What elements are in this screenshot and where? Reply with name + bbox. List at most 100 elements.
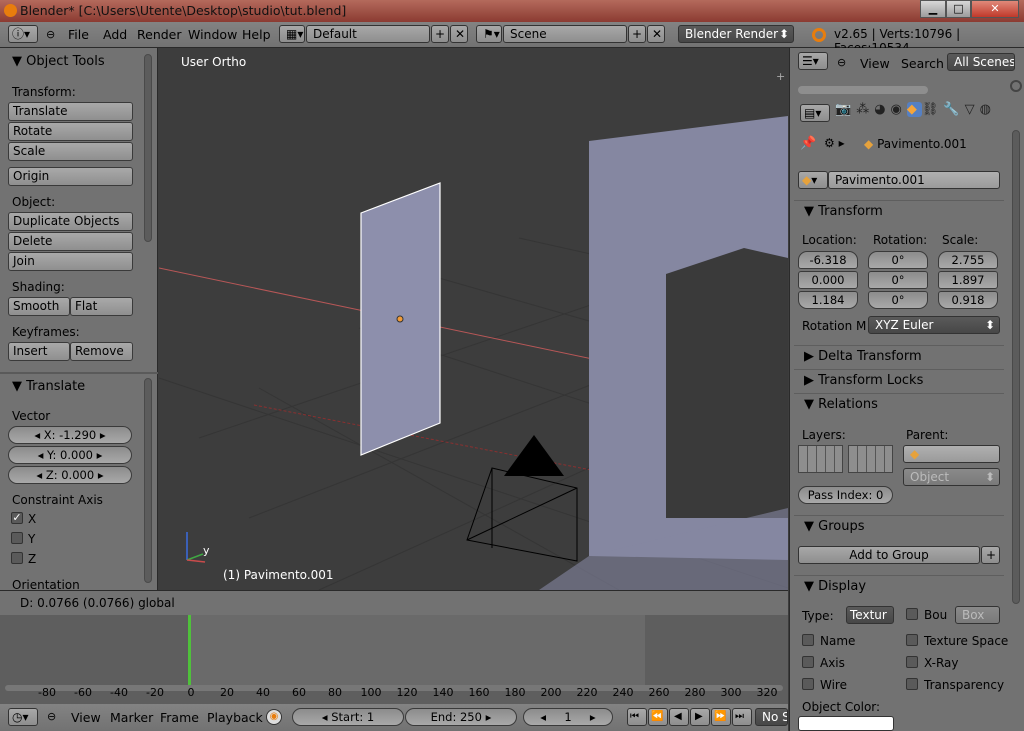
- display-type-select[interactable]: Textur: [846, 606, 894, 624]
- join-button[interactable]: Join: [8, 252, 133, 271]
- 3d-viewport[interactable]: User Ortho y (1) Pavimento.001 +: [159, 48, 788, 590]
- record-icon[interactable]: ◉: [266, 709, 282, 725]
- scale-z-field[interactable]: 0.918: [938, 291, 998, 309]
- properties-editor-type-button[interactable]: ▤▾: [800, 104, 830, 122]
- scene-icon[interactable]: ⚑▾: [476, 25, 502, 43]
- remove-keyframe-button[interactable]: Remove: [70, 342, 133, 361]
- add-layout-button[interactable]: +: [431, 25, 449, 43]
- pass-index-field[interactable]: Pass Index: 0: [798, 486, 893, 504]
- transparency-checkbox[interactable]: [906, 678, 918, 690]
- constraints-tab-icon[interactable]: ⛓: [922, 102, 944, 117]
- translate-button[interactable]: Translate: [8, 102, 133, 121]
- scale-button[interactable]: Scale: [8, 142, 133, 161]
- outliner-search-icon[interactable]: [1010, 80, 1022, 92]
- outliner-scrollbar[interactable]: [798, 86, 928, 94]
- timeline-menu-marker[interactable]: Marker: [110, 710, 153, 725]
- operator-scrollbar[interactable]: [144, 378, 152, 583]
- show-axis-checkbox[interactable]: [802, 656, 814, 668]
- xray-checkbox[interactable]: [906, 656, 918, 668]
- origin-button[interactable]: Origin: [8, 167, 133, 186]
- groups-panel-header[interactable]: ▼ Groups: [794, 515, 1004, 537]
- maximize-button[interactable]: □: [946, 0, 971, 18]
- scale-x-field[interactable]: 2.755: [938, 251, 998, 269]
- object-datablock-button[interactable]: ◆▾: [798, 171, 828, 189]
- outliner-editor-type-button[interactable]: ☰▾: [798, 52, 828, 70]
- prev-keyframe-button[interactable]: ⏪: [648, 708, 668, 726]
- constraint-y-checkbox[interactable]: [11, 532, 23, 544]
- jump-start-button[interactable]: ⏮: [627, 708, 647, 726]
- rotate-button[interactable]: Rotate: [8, 122, 133, 141]
- add-group-plus-button[interactable]: +: [981, 546, 1000, 564]
- display-panel-header[interactable]: ▼ Display: [794, 575, 1004, 597]
- screen-layout-field[interactable]: Default: [306, 25, 430, 43]
- minimize-button[interactable]: ▁: [920, 0, 946, 18]
- delete-button[interactable]: Delete: [8, 232, 133, 251]
- close-button[interactable]: ✕: [971, 0, 1019, 18]
- add-to-group-button[interactable]: Add to Group: [798, 546, 980, 564]
- next-keyframe-button[interactable]: ⏩: [711, 708, 731, 726]
- pin-icon[interactable]: 📌: [800, 136, 816, 151]
- frame-end-field[interactable]: End: 250 ▸: [405, 708, 517, 726]
- relations-panel-header[interactable]: ▼ Relations: [794, 393, 1004, 415]
- timeline-editor-type-button[interactable]: ◷▾: [8, 708, 38, 726]
- scale-y-field[interactable]: 1.897: [938, 271, 998, 289]
- remove-scene-button[interactable]: ✕: [647, 25, 665, 43]
- object-tab-icon[interactable]: ◆: [906, 102, 922, 117]
- transform-locks-panel-header[interactable]: ▶ Transform Locks: [794, 369, 1004, 391]
- vector-z-field[interactable]: ◂ Z: 0.000 ▸: [8, 466, 132, 484]
- menu-window[interactable]: Window: [188, 27, 237, 42]
- material-tab-icon[interactable]: ◍: [980, 102, 996, 117]
- show-name-checkbox[interactable]: [802, 634, 814, 646]
- play-reverse-button[interactable]: ◀: [669, 708, 689, 726]
- viewport-scene[interactable]: [159, 48, 788, 590]
- object-name-input[interactable]: Pavimento.001: [828, 171, 1000, 189]
- timeline-menu-playback[interactable]: Playback: [207, 710, 263, 725]
- jump-end-button[interactable]: ⏭: [732, 708, 752, 726]
- parent-field[interactable]: ◆: [903, 445, 1000, 463]
- viewport-corner-plus-icon[interactable]: +: [776, 70, 785, 83]
- layers-grid-b[interactable]: [848, 445, 893, 473]
- timeline-area[interactable]: -80 -60 -40 -20 0 20 40 60 80 100 120 140 160 180 200 2…: [0, 615, 788, 705]
- flat-button[interactable]: Flat: [70, 297, 133, 316]
- rotation-y-field[interactable]: 0°: [868, 271, 928, 289]
- timeline-menu-view[interactable]: View: [71, 710, 101, 725]
- data-tab-icon[interactable]: ▽: [965, 102, 980, 117]
- frame-start-field[interactable]: ◂ Start: 1: [292, 708, 404, 726]
- modifiers-tab-icon[interactable]: 🔧: [943, 102, 964, 117]
- location-z-field[interactable]: 1.184: [798, 291, 858, 309]
- rotation-mode-select[interactable]: XYZ Euler ⬍: [868, 316, 1000, 334]
- scene-tab-icon[interactable]: ◕: [874, 102, 890, 117]
- play-button[interactable]: ▶: [690, 708, 710, 726]
- outliner-filter-select[interactable]: All Scenes: [947, 53, 1015, 71]
- screen-layout-icon[interactable]: ▦▾: [279, 25, 305, 43]
- scene-field[interactable]: Scene: [503, 25, 627, 43]
- transform-panel-header[interactable]: ▼ Transform: [794, 200, 1004, 222]
- object-tools-header[interactable]: ▼ Object Tools: [12, 54, 105, 69]
- delta-transform-panel-header[interactable]: ▶ Delta Transform: [794, 345, 1004, 367]
- smooth-button[interactable]: Smooth: [8, 297, 70, 316]
- remove-layout-button[interactable]: ✕: [450, 25, 468, 43]
- wire-checkbox[interactable]: [802, 678, 814, 690]
- menu-render[interactable]: Render: [137, 27, 182, 42]
- translate-operator-header[interactable]: ▼ Translate: [12, 379, 85, 394]
- properties-scrollbar[interactable]: [1012, 130, 1020, 604]
- editor-type-button[interactable]: ⓘ▾: [8, 25, 38, 43]
- insert-keyframe-button[interactable]: Insert: [8, 342, 70, 361]
- parent-type-select[interactable]: Object ⬍: [903, 468, 1000, 486]
- vector-x-field[interactable]: ◂ X: -1.290 ▸: [8, 426, 132, 444]
- menu-file[interactable]: File: [68, 27, 89, 42]
- layers-grid-a[interactable]: [798, 445, 843, 473]
- object-color-swatch[interactable]: [798, 716, 894, 731]
- duplicate-objects-button[interactable]: Duplicate Objects: [8, 212, 133, 231]
- texture-space-checkbox[interactable]: [906, 634, 918, 646]
- bounds-checkbox[interactable]: [906, 608, 918, 620]
- vector-y-field[interactable]: ◂ Y: 0.000 ▸: [8, 446, 132, 464]
- outliner-menu-view[interactable]: View: [860, 56, 890, 71]
- timeline-collapse-icon[interactable]: ⊖: [47, 710, 56, 723]
- timeline-menu-frame[interactable]: Frame: [160, 710, 199, 725]
- render-tab-icon[interactable]: 📷: [835, 102, 856, 117]
- tool-shelf-scrollbar[interactable]: [144, 54, 152, 242]
- menu-help[interactable]: Help: [242, 27, 271, 42]
- render-engine-select[interactable]: Blender Render ⬍: [678, 25, 794, 43]
- constraint-z-checkbox[interactable]: [11, 552, 23, 564]
